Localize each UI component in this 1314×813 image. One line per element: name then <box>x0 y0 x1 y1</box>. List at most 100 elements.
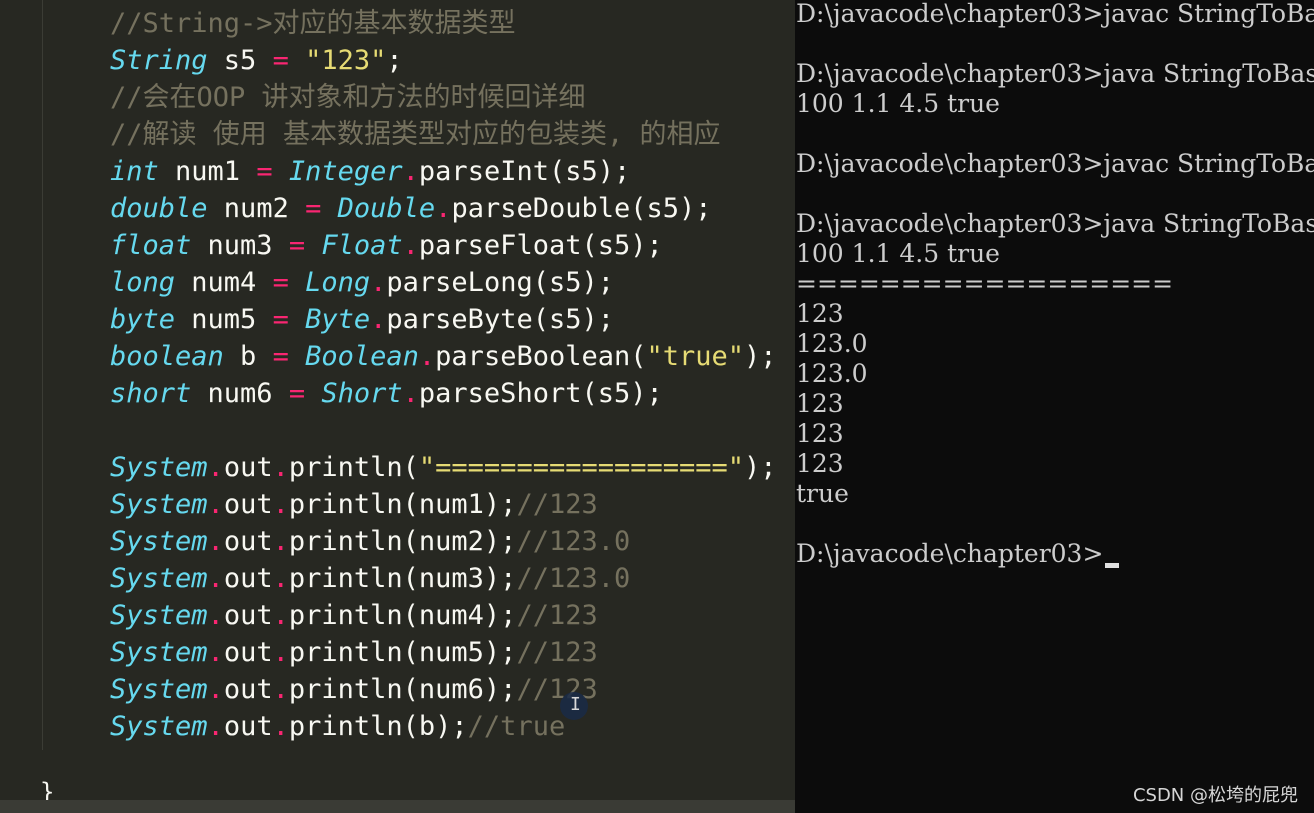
code-token: parseShort(s5); <box>418 378 663 409</box>
code-token: println(b); <box>288 711 468 742</box>
code-token: System <box>110 600 208 631</box>
code-token: num6 <box>191 378 289 409</box>
code-token: long <box>110 267 176 298</box>
code-token: System <box>110 637 208 668</box>
code-token: out <box>223 452 273 483</box>
code-token: . <box>207 489 224 520</box>
code-line: //String->对应的基本数据类型 <box>110 5 516 42</box>
terminal-line-text: true <box>796 479 849 508</box>
code-token: Float <box>321 230 403 261</box>
code-token: System <box>110 711 208 742</box>
code-line: double num2 = Double.parseDouble(s5); <box>110 190 712 227</box>
code-token: double <box>110 193 208 224</box>
code-token: //解读 使用 基本数据类型对应的包装类, 的相应 <box>110 119 721 150</box>
code-token: num3 <box>191 230 289 261</box>
code-line: //会在OOP 讲对象和方法的时候回详细 <box>110 79 586 116</box>
terminal-line: D:\javacode\chapter03> <box>796 539 1120 569</box>
code-token: //123 <box>516 600 598 631</box>
csdn-watermark: CSDN @松垮的屁兜 <box>1132 785 1298 806</box>
code-token: out <box>223 674 273 705</box>
code-token: println(num6); <box>288 674 517 705</box>
terminal-line: D:\javacode\chapter03>javac StringToBasi… <box>796 0 1314 29</box>
terminal-line: D:\javacode\chapter03>javac StringToBasi… <box>796 149 1314 179</box>
code-line: System.out.println(num1);//123 <box>110 486 598 523</box>
code-token: . <box>272 489 289 520</box>
code-token: println(num2); <box>288 526 517 557</box>
code-token: //true <box>467 711 566 742</box>
terminal-line-text: D:\javacode\chapter03>javac StringToBasi… <box>796 0 1314 28</box>
code-token: float <box>110 230 192 261</box>
editor-scrollbar[interactable] <box>0 800 795 813</box>
code-token: . <box>402 230 419 261</box>
code-line: float num3 = Float.parseFloat(s5); <box>110 227 663 264</box>
code-token: num1 <box>158 156 257 187</box>
code-line: String s5 = "123"; <box>110 42 403 79</box>
code-token: . <box>272 637 289 668</box>
code-token: . <box>272 452 289 483</box>
code-token: parseInt(s5); <box>418 156 631 187</box>
code-editor[interactable]: //String->对应的基本数据类型 String s5 = "123";//会… <box>0 0 795 813</box>
code-token: String <box>110 45 208 76</box>
terminal-line: ================== <box>796 269 1173 299</box>
code-token: num4 <box>175 267 273 298</box>
terminal-line-text: D:\javacode\chapter03>javac StringToBasi… <box>796 149 1314 178</box>
code-token: out <box>223 600 273 631</box>
code-token: = <box>272 267 289 298</box>
code-token: out <box>223 563 273 594</box>
code-token: = <box>288 378 306 409</box>
terminal-window[interactable]: D:\javacode\chapter03>javac StringToBasi… <box>795 0 1314 813</box>
code-token: System <box>110 489 208 520</box>
code-token: out <box>223 526 273 557</box>
code-token: = <box>305 193 322 224</box>
code-token: = <box>272 45 289 76</box>
code-token: parseFloat(s5); <box>418 230 663 261</box>
text-cursor-icon: I <box>570 694 581 715</box>
terminal-line: true <box>796 479 849 509</box>
terminal-line: D:\javacode\chapter03>java StringToBasic <box>796 59 1314 89</box>
code-line: System.out.println(num5);//123 <box>110 634 598 671</box>
code-token: num2 <box>207 193 306 224</box>
terminal-line-text: D:\javacode\chapter03>java StringToBasic <box>796 59 1314 88</box>
code-line: System.out.println(b);//true <box>110 708 565 745</box>
code-token: = <box>256 156 273 187</box>
code-token: //123.0 <box>516 526 631 557</box>
code-token: println(num1); <box>288 489 517 520</box>
terminal-caret <box>1105 563 1120 568</box>
code-token: println(num5); <box>288 637 517 668</box>
code-token: int <box>110 156 159 187</box>
code-token: . <box>207 526 224 557</box>
code-line: byte num5 = Byte.parseByte(s5); <box>110 301 614 338</box>
code-token: . <box>207 452 224 483</box>
code-line: int num1 = Integer.parseInt(s5); <box>110 153 630 190</box>
code-token: . <box>435 193 452 224</box>
code-line: System.out.println(num6);//123 <box>110 671 598 708</box>
code-token: "123" <box>305 45 387 76</box>
code-token: ; <box>386 45 403 76</box>
terminal-line-text: D:\javacode\chapter03> <box>796 539 1104 568</box>
code-token: //会在OOP 讲对象和方法的时候回详细 <box>110 82 586 113</box>
terminal-line: 123 <box>796 419 844 449</box>
code-token: = <box>272 341 289 372</box>
indent-guide <box>42 0 43 750</box>
code-token: . <box>402 378 419 409</box>
code-token: System <box>110 674 208 705</box>
code-token: Boolean <box>305 341 419 372</box>
terminal-line-text: 123 <box>796 449 844 478</box>
terminal-line-text: 123 <box>796 389 844 418</box>
code-token: parseBoolean( <box>435 341 647 372</box>
terminal-line: 123.0 <box>796 329 868 359</box>
code-token: = <box>288 230 306 261</box>
code-line: System.out.println("==================")… <box>110 449 777 486</box>
code-token: num5 <box>175 304 273 335</box>
code-token: Long <box>305 267 371 298</box>
code-token: ); <box>744 341 777 372</box>
code-token: //String->对应的基本数据类型 <box>110 8 516 39</box>
code-token: . <box>272 711 289 742</box>
code-line: System.out.println(num2);//123.0 <box>110 523 630 560</box>
